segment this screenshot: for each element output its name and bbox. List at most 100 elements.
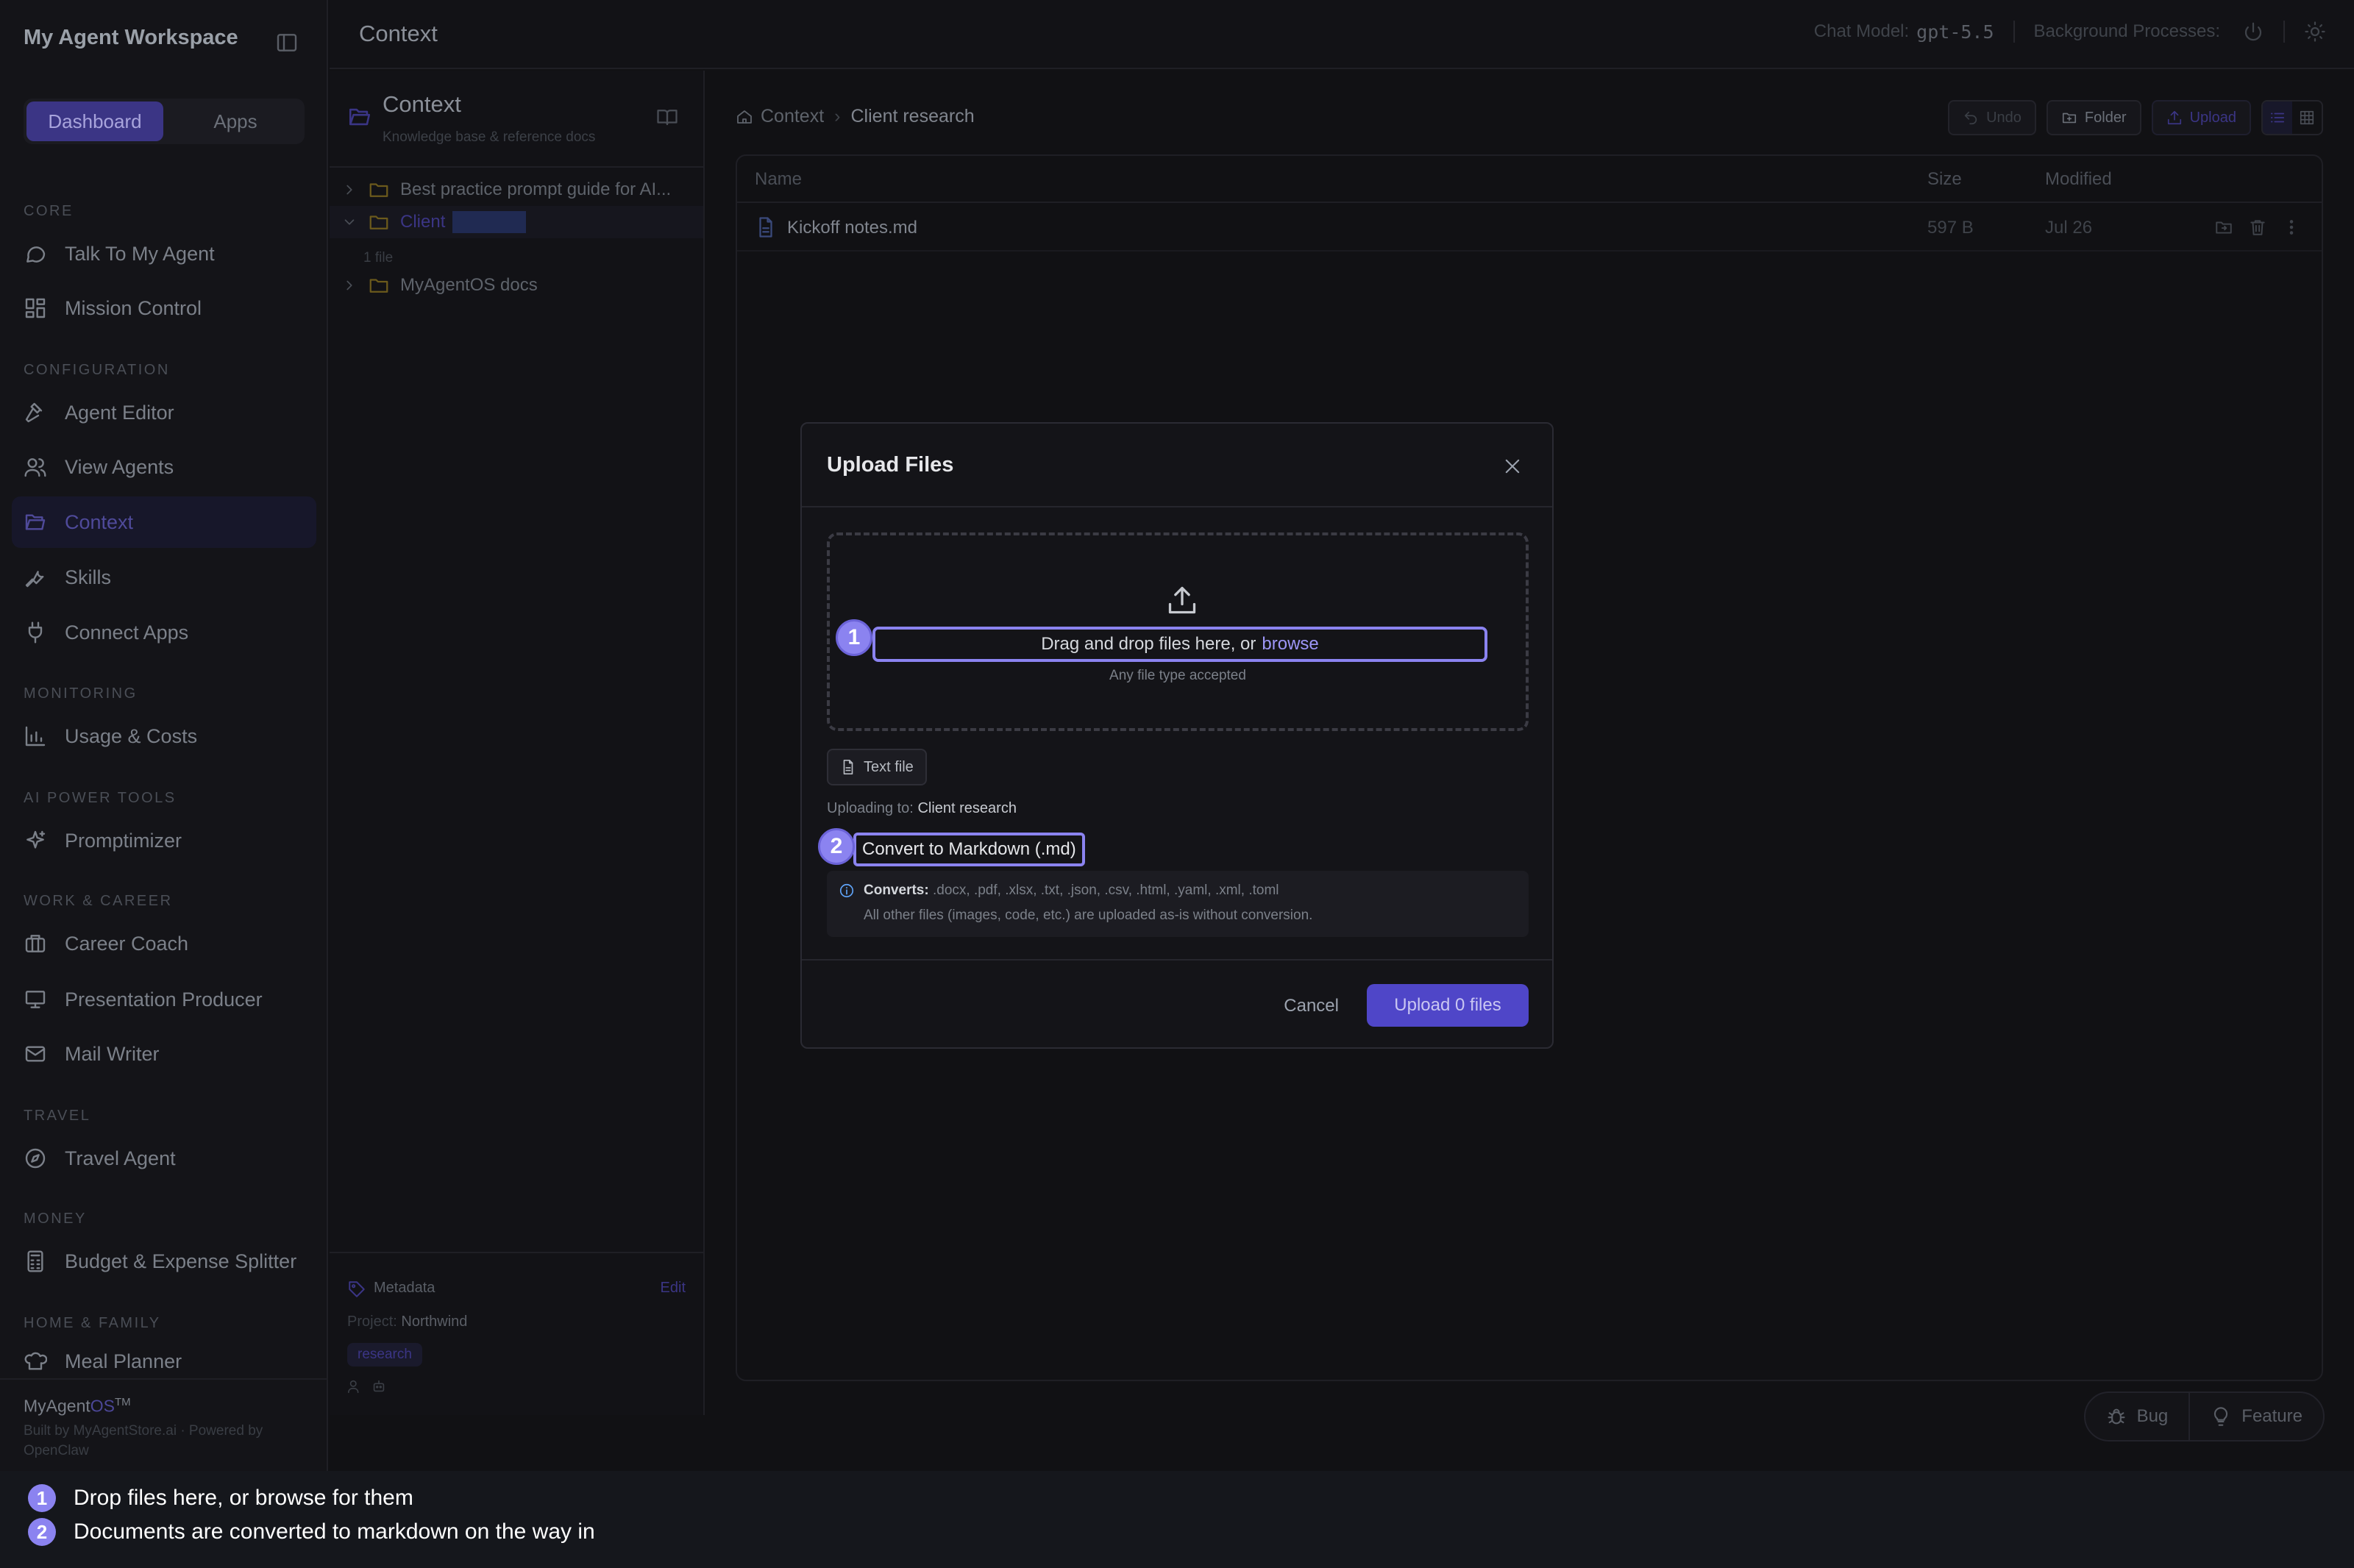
section-label-home-family: HOME & FAMILY bbox=[24, 1315, 161, 1331]
sun-icon[interactable] bbox=[2304, 21, 2326, 43]
text-selection-highlight bbox=[452, 211, 527, 233]
caption-number: 1 bbox=[28, 1484, 56, 1512]
sidebar-item-meal-planner[interactable]: Meal Planner bbox=[12, 1340, 316, 1378]
new-folder-button[interactable]: Folder bbox=[2046, 100, 2141, 135]
metadata-panel: Metadata Edit Project: Northwind researc… bbox=[330, 1252, 703, 1415]
upload-icon bbox=[2166, 110, 2183, 126]
cancel-button[interactable]: Cancel bbox=[1284, 996, 1339, 1016]
feature-label: Feature bbox=[2241, 1406, 2303, 1426]
context-panel: Context Knowledge base & reference docs … bbox=[330, 71, 705, 1415]
context-panel-subtitle: Knowledge base & reference docs bbox=[383, 129, 596, 145]
drop-zone-text: Drag and drop files here, or bbox=[1041, 634, 1256, 654]
drop-zone-subtext: Any file type accepted bbox=[1109, 668, 1246, 683]
brand-trademark: TM bbox=[115, 1396, 131, 1408]
sidebar-item-career-coach[interactable]: Career Coach bbox=[12, 918, 316, 969]
context-panel-title: Context bbox=[383, 91, 461, 117]
column-header-modified[interactable]: Modified bbox=[2045, 169, 2112, 190]
workspace-tabs: Dashboard Apps bbox=[24, 99, 305, 144]
tree-folder-label: MyAgentOS docs bbox=[400, 275, 538, 295]
breadcrumb-current: Client research bbox=[850, 106, 975, 126]
sidebar-item-budget-expense-splitter[interactable]: Budget & Expense Splitter bbox=[12, 1236, 316, 1287]
sidebar-item-connect-apps[interactable]: Connect Apps bbox=[12, 607, 316, 658]
users-icon bbox=[24, 455, 47, 479]
power-icon[interactable] bbox=[2242, 21, 2264, 43]
divider bbox=[2013, 21, 2015, 43]
metadata-tag-chip[interactable]: research bbox=[347, 1343, 422, 1366]
dialog-footer: Cancel Upload 0 files bbox=[802, 959, 1552, 1050]
file-name[interactable]: Kickoff notes.md bbox=[787, 218, 917, 238]
sidebar-item-agent-editor[interactable]: Agent Editor bbox=[12, 387, 316, 438]
converts-line: Converts: .docx, .pdf, .xlsx, .txt, .jso… bbox=[864, 883, 1279, 899]
tree-folder-client[interactable]: Client bbox=[330, 206, 703, 238]
tab-apps[interactable]: Apps bbox=[169, 101, 302, 141]
file-text-icon bbox=[840, 759, 856, 775]
folder-open-icon bbox=[24, 510, 47, 534]
tree-folder-myagentos-docs[interactable]: MyAgentOS docs bbox=[330, 269, 703, 302]
sidebar-item-travel-agent[interactable]: Travel Agent bbox=[12, 1133, 316, 1184]
drop-zone[interactable]: Drag and drop files here, or browse Any … bbox=[827, 532, 1529, 731]
browse-link[interactable]: browse bbox=[1262, 634, 1318, 655]
breadcrumb-separator: › bbox=[834, 106, 841, 126]
column-header-size[interactable]: Size bbox=[1927, 169, 1962, 190]
text-file-label: Text file bbox=[864, 758, 914, 775]
tab-dashboard[interactable]: Dashboard bbox=[26, 101, 163, 141]
file-table-header: Name Size Modified bbox=[737, 156, 2322, 203]
chevron-down-icon[interactable] bbox=[341, 214, 358, 230]
sidebar-item-view-agents[interactable]: View Agents bbox=[12, 441, 316, 493]
tree-folder-label: Best practice prompt guide for AI... bbox=[400, 179, 672, 199]
table-row[interactable]: Kickoff notes.md 597 B Jul 26 bbox=[737, 203, 2322, 252]
trash-icon[interactable] bbox=[2248, 218, 2267, 237]
sidebar-item-mission-control[interactable]: Mission Control bbox=[12, 282, 316, 334]
chevron-right-icon[interactable] bbox=[341, 182, 358, 198]
metadata-label: Metadata bbox=[374, 1280, 435, 1296]
sidebar-item-talk-to-my-agent[interactable]: Talk To My Agent bbox=[12, 228, 316, 279]
column-header-name[interactable]: Name bbox=[755, 169, 802, 190]
feature-request-button[interactable]: Feature bbox=[2188, 1393, 2323, 1440]
section-label-core: CORE bbox=[24, 203, 74, 219]
tree-folder-best-practice[interactable]: Best practice prompt guide for AI... bbox=[330, 174, 703, 206]
metadata-project: Project: Northwind bbox=[347, 1314, 467, 1330]
chat-model-value[interactable]: gpt-5.5 bbox=[1916, 21, 1994, 43]
more-vertical-icon[interactable] bbox=[2282, 218, 2301, 237]
convert-to-markdown-toggle[interactable]: Convert to Markdown (.md) bbox=[853, 833, 1085, 866]
close-icon[interactable] bbox=[1502, 456, 1523, 477]
folder-open-icon bbox=[347, 104, 372, 129]
grid-icon bbox=[24, 296, 47, 320]
sidebar-toggle-icon[interactable] bbox=[275, 31, 299, 54]
metadata-project-value: Northwind bbox=[401, 1314, 468, 1330]
caption-number: 2 bbox=[28, 1518, 56, 1546]
grid-view-button[interactable] bbox=[2292, 101, 2322, 134]
background-processes-label: Background Processes: bbox=[2033, 21, 2220, 41]
metadata-edit-link[interactable]: Edit bbox=[661, 1280, 686, 1297]
upload-icon bbox=[1166, 584, 1198, 616]
move-folder-icon[interactable] bbox=[2214, 218, 2233, 237]
sidebar-item-mail-writer[interactable]: Mail Writer bbox=[12, 1028, 316, 1080]
sidebar-item-label: View Agents bbox=[65, 455, 174, 478]
undo-button[interactable]: Undo bbox=[1948, 100, 2036, 135]
sidebar-item-label: Mail Writer bbox=[65, 1042, 160, 1065]
breadcrumb-root[interactable]: Context bbox=[761, 106, 824, 127]
sidebar-item-promptimizer[interactable]: Promptimizer bbox=[12, 815, 316, 866]
sidebar-item-skills[interactable]: Skills bbox=[12, 552, 316, 603]
upload-button[interactable]: Upload bbox=[2151, 100, 2251, 135]
briefcase-icon bbox=[24, 932, 47, 955]
list-view-button[interactable] bbox=[2263, 101, 2292, 134]
annotation-marker-1: 1 bbox=[836, 619, 872, 656]
sidebar-item-label: Promptimizer bbox=[65, 829, 182, 852]
tree-folder-label: Client bbox=[400, 212, 446, 232]
top-bar: Context Chat Model: gpt-5.5 Background P… bbox=[330, 0, 2354, 69]
sidebar-item-label: Context bbox=[65, 510, 134, 533]
home-icon[interactable] bbox=[736, 108, 753, 126]
presentation-icon bbox=[24, 988, 47, 1011]
sidebar-item-label: Agent Editor bbox=[65, 401, 174, 424]
chevron-right-icon[interactable] bbox=[341, 277, 358, 293]
bug-report-button[interactable]: Bug bbox=[2085, 1393, 2189, 1440]
sidebar-item-context[interactable]: Context bbox=[12, 496, 316, 548]
sidebar-item-presentation-producer[interactable]: Presentation Producer bbox=[12, 974, 316, 1025]
text-file-button[interactable]: Text file bbox=[827, 749, 927, 785]
book-icon[interactable] bbox=[656, 106, 678, 128]
lightbulb-icon bbox=[2211, 1406, 2231, 1427]
sidebar-item-usage-costs[interactable]: Usage & Costs bbox=[12, 710, 316, 762]
upload-files-button[interactable]: Upload 0 files bbox=[1367, 984, 1529, 1027]
upload-files-dialog: Upload Files Drag and drop files here, o… bbox=[800, 422, 1554, 1049]
